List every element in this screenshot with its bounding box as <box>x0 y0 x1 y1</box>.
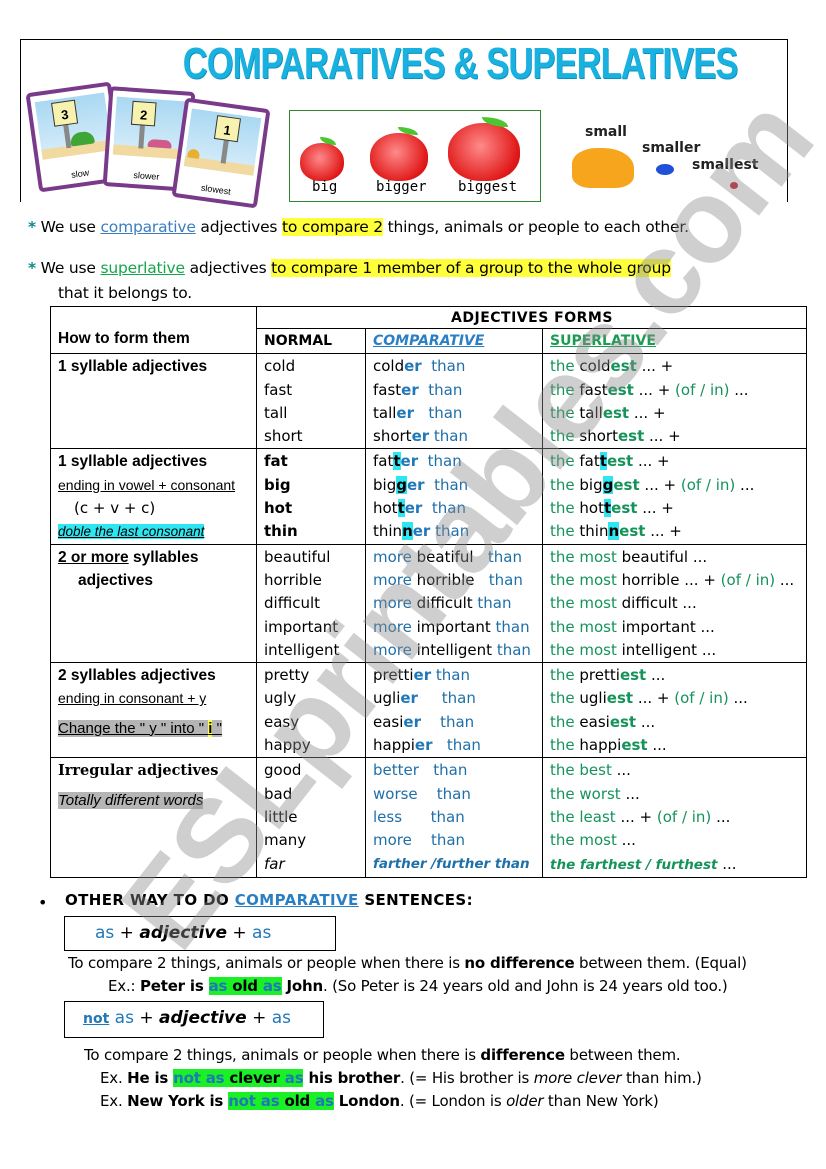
normal-cell: beautiful horrible difficult important i… <box>256 543 366 664</box>
bullet-icon: • <box>38 893 48 912</box>
card-number: 2 <box>130 100 157 127</box>
superlative-cell: the best ... the worst ... the least ...… <box>542 757 807 878</box>
equal-description: To compare 2 things, animals or people w… <box>68 954 747 972</box>
cat-icon <box>572 148 634 188</box>
difference-description: To compare 2 things, animals or people w… <box>84 1046 681 1064</box>
header-normal: NORMAL <box>256 327 366 355</box>
formula-not-as-adjective-as: not as + adjective + as <box>64 1001 324 1038</box>
intro-superlative: * We use superlative adjectives to compa… <box>28 259 671 277</box>
bird-icon <box>656 164 674 175</box>
header-how-to-form: How to form them <box>50 305 257 355</box>
normal-cell: good bad little many far <box>256 757 366 878</box>
comparative-cell: prettier than uglier than easier than ha… <box>365 662 543 759</box>
keyword-comparative: comparative <box>100 218 196 236</box>
comparative-cell: colder than faster than taller than shor… <box>365 353 543 450</box>
rule-cell: 2 or more syllables adjectives <box>50 543 257 664</box>
comparative-cell: more beatiful than more horrible than mo… <box>365 543 543 664</box>
card-number: 3 <box>51 99 79 127</box>
normal-cell: fat big hot thin <box>256 448 366 545</box>
highlight-compare-group: to compare 1 member of a group to the wh… <box>271 259 671 277</box>
comparative-cell: fatter than bigger than hotter than thin… <box>365 448 543 545</box>
table-row: Irregular adjectives Totally different w… <box>50 757 807 878</box>
apple-large-icon <box>448 123 520 181</box>
star-bullet: * <box>28 259 36 277</box>
example-difference-1: Ex. He is not as clever as his brother. … <box>100 1069 702 1087</box>
rule-cell: 2 syllables adjectives ending in consona… <box>50 662 257 759</box>
comparative-cell: better than worse than less than more th… <box>365 757 543 878</box>
intro-superlative-cont: that it belongs to. <box>58 284 192 302</box>
example-equal: Ex.: Peter is as old as John. (So Peter … <box>108 977 728 995</box>
formula-as-adjective-as: as + adjective + as <box>64 916 336 951</box>
worm-icon <box>147 138 172 149</box>
superlative-cell: the fattest ... + the biggest ... + (of … <box>542 448 807 545</box>
table-row: 2 or more syllables adjectives beautiful… <box>50 543 807 664</box>
apple-label-bigger: bigger <box>376 179 427 195</box>
apples-illustration: big bigger biggest <box>289 110 541 202</box>
normal-cell: cold fast tall short <box>256 353 366 450</box>
header-adjectives-forms: ADJECTIVES FORMS <box>256 306 807 329</box>
superlative-cell: the coldest ... + the fastest ... + (of … <box>542 353 807 450</box>
apple-label-big: big <box>312 179 338 195</box>
apple-small-icon <box>300 143 344 181</box>
card-slowest: 1 slowest <box>171 97 271 209</box>
superlative-cell: the prettiest ... the ugliest ... + (of … <box>542 662 807 759</box>
table-row: 2 syllables adjectives ending in consona… <box>50 662 807 759</box>
superlative-cell: the most beautiful ... the most horrible… <box>542 543 807 664</box>
apple-medium-icon <box>370 133 428 181</box>
header-superlative: SUPERLATIVE <box>542 327 807 355</box>
intro-comparative: * We use comparative adjectives to compa… <box>28 218 689 236</box>
header-comparative: COMPARATIVE <box>365 327 543 355</box>
rule-cell: 1 syllable adjectives ending in vowel + … <box>50 448 257 545</box>
highlight-compare-2: to compare 2 <box>282 218 383 236</box>
word-small: small <box>585 124 627 140</box>
page-title: COMPARATIVES & SUPERLATIVES <box>182 39 739 88</box>
card-number: 1 <box>213 115 242 143</box>
word-smaller: smaller <box>642 140 701 156</box>
ladybug-icon <box>730 182 738 189</box>
table-row: 1 syllable adjectives cold fast tall sho… <box>50 353 807 450</box>
adjective-forms-table: How to form them ADJECTIVES FORMS NORMAL… <box>50 305 807 878</box>
normal-cell: pretty ugly easy happy <box>256 662 366 759</box>
keyword-superlative: superlative <box>100 259 185 277</box>
star-bullet: * <box>28 218 36 236</box>
rule-cell: 1 syllable adjectives <box>50 353 257 450</box>
card-label: slowest <box>200 182 232 197</box>
rule-note: doble the last consonant <box>58 524 205 540</box>
rule-note: Change the " y " into " i " <box>58 719 222 737</box>
speed-cards-illustration: 3 slow 2 slower 1 slowest <box>25 81 271 209</box>
apple-label-biggest: biggest <box>458 179 518 195</box>
other-way-heading: OTHER WAY TO DO COMPARATIVE SENTENCES: <box>65 891 474 909</box>
rule-note: Totally different words <box>58 791 204 809</box>
rule-cell: Irregular adjectives Totally different w… <box>50 757 257 878</box>
table-row: 1 syllable adjectives ending in vowel + … <box>50 448 807 545</box>
example-difference-2: Ex. New York is not as old as London. (=… <box>100 1092 659 1110</box>
word-smallest: smallest <box>692 157 759 173</box>
